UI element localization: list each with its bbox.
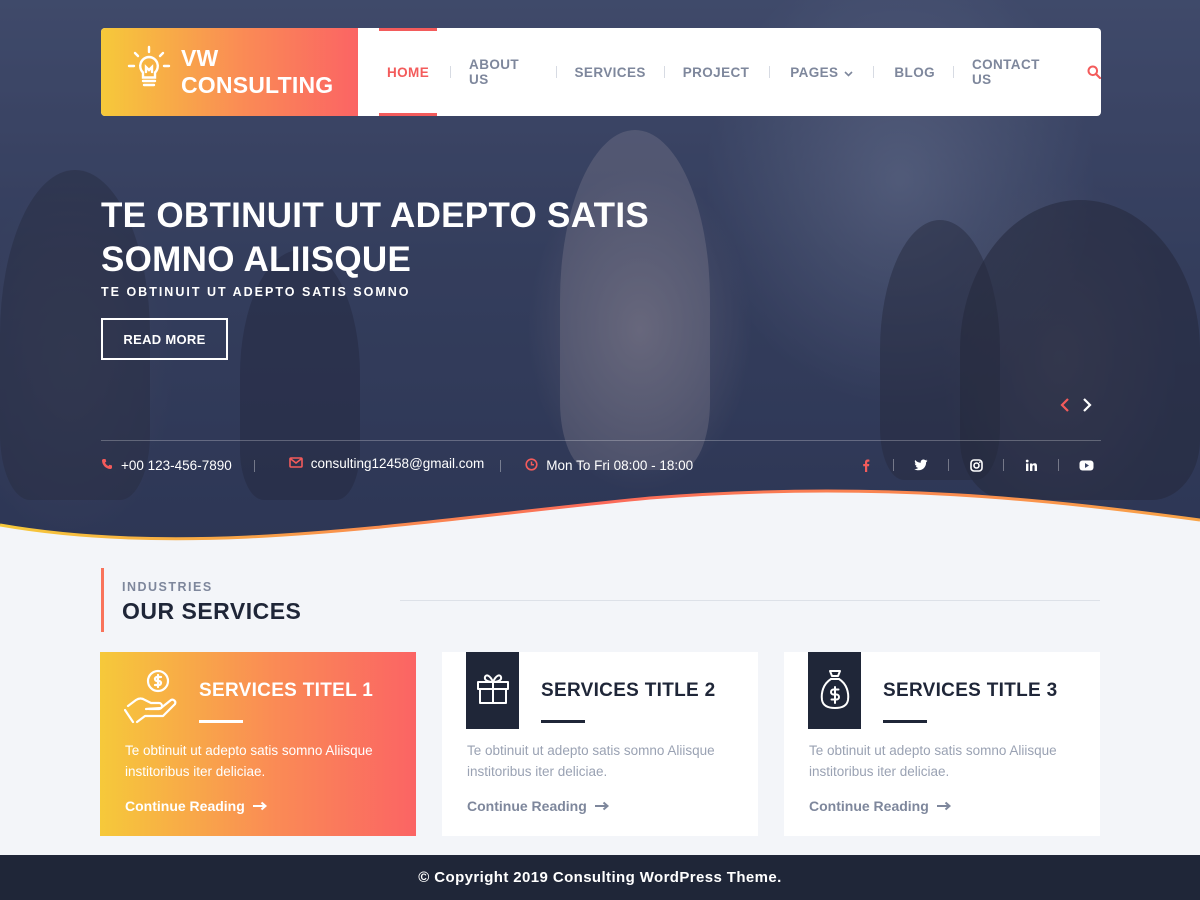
search-icon[interactable]	[1087, 65, 1101, 79]
service-title: SERVICES TITLE 2	[541, 680, 716, 701]
nav-divider	[663, 66, 665, 78]
copyright-text: © Copyright 2019 Consulting WordPress Th…	[418, 869, 782, 886]
section-kicker: INDUSTRIES	[122, 580, 213, 594]
hero-subtitle: TE OBTINUIT UT ADEPTO SATIS SOMNO	[101, 285, 411, 299]
money-bag-icon	[819, 668, 851, 714]
section-title: OUR SERVICES	[122, 598, 302, 624]
continue-reading-label: Continue Reading	[809, 798, 929, 814]
opening-hours: Mon To Fri 08:00 - 18:00	[546, 458, 694, 473]
nav-pages-label: PAGES	[790, 64, 839, 80]
nav-about-us[interactable]: ABOUT US	[469, 28, 538, 116]
site-header: VW CONSULTING HOME ABOUT US SERVICES PRO…	[101, 28, 1101, 116]
phone-icon	[101, 458, 113, 473]
arrow-right-icon	[936, 798, 952, 814]
clock-icon	[525, 457, 538, 474]
nav-divider	[953, 66, 954, 78]
hand-coin-icon	[124, 668, 180, 724]
continue-reading-link[interactable]: Continue Reading	[809, 798, 952, 814]
nav-divider	[555, 66, 557, 78]
envelope-icon	[288, 456, 303, 471]
service-description: Te obtinuit ut adepto satis somno Aliisq…	[125, 743, 373, 779]
site-footer: © Copyright 2019 Consulting WordPress Th…	[0, 855, 1200, 900]
service-card-2: SERVICES TITLE 2 Te obtinuit ut adepto s…	[442, 652, 758, 836]
continue-reading-link[interactable]: Continue Reading	[467, 798, 610, 814]
twitter-icon[interactable]	[910, 455, 932, 475]
service-description: Te obtinuit ut adepto satis somno Aliisq…	[467, 743, 715, 779]
contact-divider	[253, 459, 255, 472]
arrow-right-icon	[594, 798, 610, 814]
nav-divider	[769, 66, 771, 78]
section-divider-line	[400, 600, 1100, 601]
social-links	[855, 455, 1097, 475]
continue-reading-label: Continue Reading	[467, 798, 587, 814]
nav-divider	[450, 66, 452, 78]
youtube-icon[interactable]	[1075, 455, 1097, 475]
nav-blog[interactable]: BLOG	[894, 28, 935, 116]
service-title: SERVICES TITEL 1	[199, 680, 374, 701]
service-icon-box	[466, 652, 519, 729]
service-icon-box	[808, 652, 861, 729]
title-underline	[883, 720, 927, 723]
slider-controls	[1058, 395, 1094, 415]
continue-reading-label: Continue Reading	[125, 798, 245, 814]
nav-services[interactable]: SERVICES	[575, 28, 646, 116]
title-underline	[541, 720, 585, 723]
nav-home[interactable]: HOME	[378, 28, 438, 116]
main-navigation: HOME ABOUT US SERVICES PROJECT PAGES BLO…	[358, 28, 1101, 116]
instagram-icon[interactable]	[965, 455, 987, 475]
section-header: INDUSTRIES OUR SERVICES	[101, 568, 301, 632]
social-divider	[1003, 459, 1004, 471]
chevron-down-icon	[844, 65, 854, 80]
phone-number: +00 123-456-7890	[121, 458, 232, 473]
nav-divider	[873, 66, 875, 78]
contact-phone[interactable]: +00 123-456-7890	[101, 458, 232, 473]
hero-title: TE OBTINUIT UT ADEPTO SATIS SOMNO ALIISQ…	[101, 196, 650, 279]
chevron-right-icon[interactable]	[1080, 395, 1094, 415]
contact-hours: Mon To Fri 08:00 - 18:00	[525, 457, 694, 474]
gift-icon	[476, 673, 510, 709]
service-title: SERVICES TITLE 3	[883, 680, 1058, 701]
nav-project[interactable]: PROJECT	[683, 28, 750, 116]
continue-reading-link[interactable]: Continue Reading	[125, 798, 268, 814]
site-logo[interactable]: VW CONSULTING	[101, 28, 358, 116]
social-divider	[948, 459, 949, 471]
social-divider	[1058, 459, 1059, 471]
lightbulb-icon	[125, 45, 173, 99]
linkedin-icon[interactable]	[1020, 455, 1042, 475]
facebook-icon[interactable]	[855, 455, 877, 475]
nav-pages[interactable]: PAGES	[790, 28, 854, 116]
chevron-left-icon[interactable]	[1058, 395, 1072, 415]
hero-wave-divider	[0, 489, 1200, 560]
service-card-3: SERVICES TITLE 3 Te obtinuit ut adepto s…	[784, 652, 1100, 836]
brand-name: VW CONSULTING	[181, 45, 334, 98]
contact-email[interactable]: consulting12458@gmail.com	[288, 456, 485, 471]
nav-contact-us[interactable]: CONTACT US	[972, 28, 1057, 116]
read-more-button[interactable]: READ MORE	[101, 318, 228, 360]
social-divider	[893, 459, 894, 471]
title-underline	[199, 720, 243, 723]
hero-banner: VW CONSULTING HOME ABOUT US SERVICES PRO…	[0, 0, 1200, 560]
service-card-1: SERVICES TITEL 1 Te obtinuit ut adepto s…	[100, 652, 416, 836]
email-address: consulting12458@gmail.com	[310, 456, 485, 471]
service-description: Te obtinuit ut adepto satis somno Aliisq…	[809, 743, 1057, 779]
arrow-right-icon	[252, 798, 268, 814]
contact-divider	[500, 459, 502, 472]
